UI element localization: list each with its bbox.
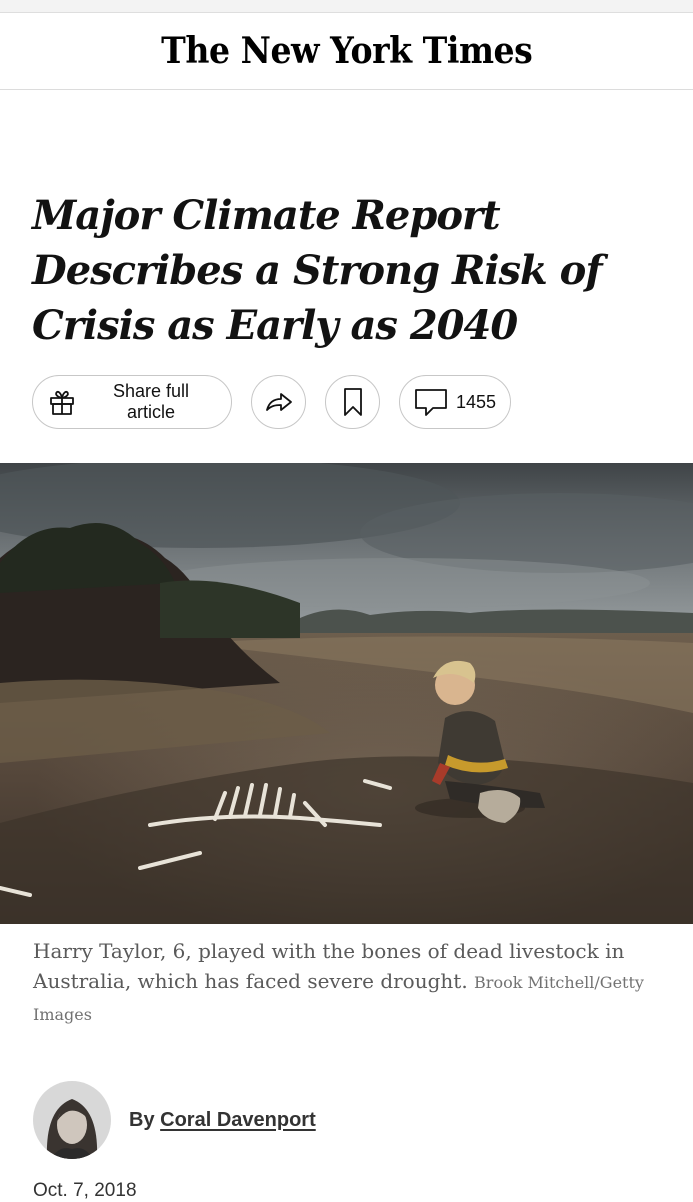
comments-button[interactable]: 1455: [399, 375, 511, 429]
article-headline: Major Climate Report Describes a Strong …: [32, 192, 603, 349]
article-photo: [0, 463, 693, 924]
author-avatar[interactable]: [33, 1081, 111, 1159]
masthead: The New York Times: [0, 13, 693, 90]
byline-text: By Coral Davenport: [129, 1109, 316, 1132]
gift-icon: [47, 387, 77, 417]
publish-date: Oct. 7, 2018: [33, 1180, 137, 1201]
comment-bubble-icon: [414, 387, 448, 417]
photo-drought-scene: [0, 463, 693, 924]
byline-by: By: [129, 1108, 155, 1131]
browser-top-bar: [0, 0, 693, 13]
nyt-logo[interactable]: The New York Times: [161, 30, 533, 72]
forward-share-button[interactable]: [251, 375, 306, 429]
byline: By Coral Davenport: [33, 1081, 316, 1159]
comments-count: 1455: [455, 391, 497, 412]
bookmark-icon: [342, 387, 364, 417]
article-actions: Share full article 1455: [32, 375, 511, 429]
share-label: Share full article: [112, 381, 190, 422]
bookmark-button[interactable]: [325, 375, 380, 429]
author-link[interactable]: Coral Davenport: [160, 1109, 316, 1131]
author-portrait: [33, 1081, 111, 1159]
share-full-article-button[interactable]: Share full article: [32, 375, 232, 429]
share-arrow-icon: [263, 389, 295, 415]
photo-caption: Harry Taylor, 6, played with the bones o…: [33, 936, 663, 1030]
